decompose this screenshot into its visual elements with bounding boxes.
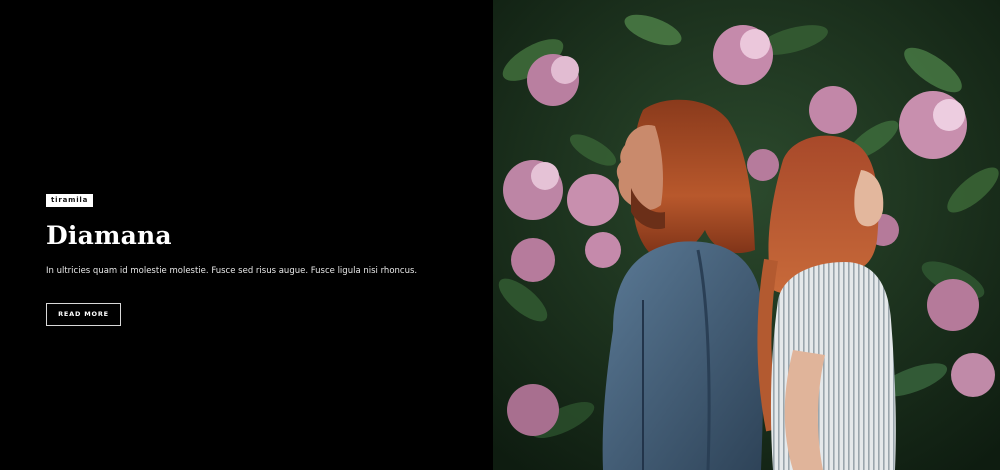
hero-content: tiramila Diamana In ultricies quam id mo… [46, 189, 466, 326]
hero-photo [493, 0, 1000, 470]
read-more-button[interactable]: READ MORE [46, 303, 121, 326]
hero-slide: tiramila Diamana In ultricies quam id mo… [0, 0, 1000, 470]
hero-description: In ultricies quam id molestie molestie. … [46, 266, 418, 276]
hero-title: Diamana [46, 221, 172, 250]
man-figure [602, 99, 764, 470]
category-tag[interactable]: tiramila [46, 194, 94, 207]
hero-text-panel: tiramila Diamana In ultricies quam id mo… [0, 0, 493, 470]
woman-figure [757, 135, 896, 470]
